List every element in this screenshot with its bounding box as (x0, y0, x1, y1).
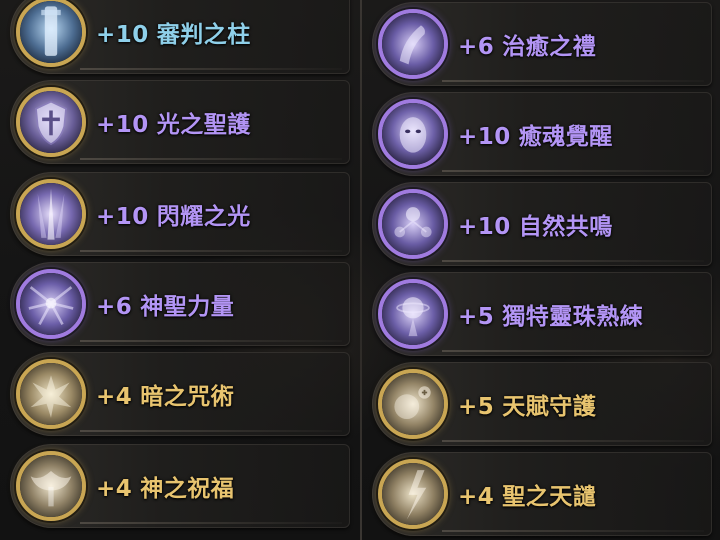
skill-level: +10 (96, 112, 149, 138)
skill-level: +4 (96, 476, 133, 502)
skill-row[interactable]: +4 暗之咒術 (10, 352, 350, 436)
shining-light-icon (16, 179, 86, 249)
skill-level: +6 (96, 294, 133, 320)
skill-label: +5 天賦守護 (458, 387, 596, 421)
skill-label: +10 閃耀之光 (96, 197, 251, 231)
column-divider (360, 0, 362, 540)
dark-curse-icon (16, 359, 86, 429)
skill-name: 暗之咒術 (140, 384, 235, 410)
skill-row[interactable]: +4 神之祝福 (10, 444, 350, 528)
pillar-of-judgment-icon (16, 0, 86, 67)
skill-label: +4 暗之咒術 (96, 377, 234, 411)
skill-row[interactable]: +5 獨特靈珠熟練 (372, 272, 712, 356)
skill-name: 閃耀之光 (156, 204, 251, 230)
skill-row[interactable]: +5 天賦守護 (372, 362, 712, 446)
skill-name: 聖之天譴 (502, 484, 597, 510)
skill-row[interactable]: +10 癒魂覺醒 (372, 92, 712, 176)
skill-row[interactable]: +4 聖之天譴 (372, 452, 712, 536)
skill-name: 神之祝福 (140, 476, 235, 502)
skill-name: 審判之柱 (156, 22, 251, 48)
skill-label: +5 獨特靈珠熟練 (458, 297, 643, 331)
holy-judgment-icon (378, 459, 448, 529)
soul-awakening-icon (378, 99, 448, 169)
skill-label: +10 癒魂覺醒 (458, 117, 613, 151)
skill-row[interactable]: +6 神聖力量 (10, 262, 350, 346)
holy-shield-icon (16, 87, 86, 157)
skill-name: 自然共鳴 (518, 214, 613, 240)
skill-label: +10 自然共鳴 (458, 207, 613, 241)
skill-name: 癒魂覺醒 (518, 124, 613, 150)
skill-name: 神聖力量 (140, 294, 235, 320)
skill-row[interactable]: +6 治癒之禮 (372, 2, 712, 86)
holy-power-icon (16, 269, 86, 339)
skill-level: +6 (458, 34, 495, 60)
skill-level: +10 (96, 204, 149, 230)
skill-level: +5 (458, 394, 495, 420)
skill-label: +4 聖之天譴 (458, 477, 596, 511)
nature-resonance-icon (378, 189, 448, 259)
skill-label: +6 神聖力量 (96, 287, 234, 321)
skill-label: +10 光之聖護 (96, 105, 251, 139)
skill-level: +10 (458, 124, 511, 150)
skill-label: +4 神之祝福 (96, 469, 234, 503)
skill-row[interactable]: +10 審判之柱 (10, 0, 350, 74)
skill-level: +10 (458, 214, 511, 240)
skill-level: +5 (458, 304, 495, 330)
skill-level: +10 (96, 22, 149, 48)
healing-gift-icon (378, 9, 448, 79)
skill-level: +4 (458, 484, 495, 510)
divine-blessing-icon (16, 451, 86, 521)
skill-name: 治癒之禮 (502, 34, 597, 60)
skill-row[interactable]: +10 閃耀之光 (10, 172, 350, 256)
talent-guardian-icon (378, 369, 448, 439)
skill-row[interactable]: +10 自然共鳴 (372, 182, 712, 266)
spirit-orb-icon (378, 279, 448, 349)
skill-panel: +10 審判之柱 +10 光之聖護 +10 閃耀之光 +6 神聖力量 +4 暗之… (0, 0, 720, 540)
skill-name: 獨特靈珠熟練 (502, 304, 644, 330)
skill-label: +6 治癒之禮 (458, 27, 596, 61)
skill-name: 光之聖護 (156, 112, 251, 138)
skill-label: +10 審判之柱 (96, 15, 251, 49)
skill-row[interactable]: +10 光之聖護 (10, 80, 350, 164)
skill-level: +4 (96, 384, 133, 410)
skill-name: 天賦守護 (502, 394, 597, 420)
